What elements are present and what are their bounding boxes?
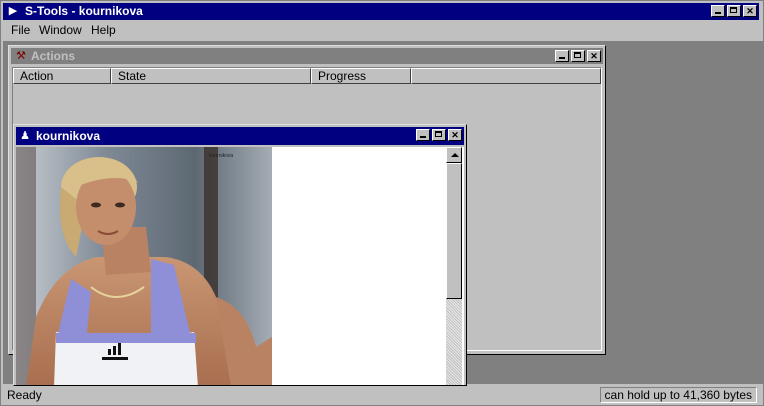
close-icon: ✕ (590, 51, 598, 61)
actions-maximize-button[interactable] (571, 50, 585, 62)
main-title-bar[interactable]: ▶ S-Tools - kournikova ✕ (3, 3, 759, 20)
image-window[interactable]: ♟ kournikova ✕ kournikova (13, 124, 467, 386)
column-header-progress[interactable]: Progress (311, 68, 411, 84)
caption-buttons: ✕ (709, 5, 757, 17)
capacity-indicator: can hold up to 41,360 bytes (599, 387, 757, 403)
status-text: Ready (7, 388, 42, 402)
scroll-thumb[interactable] (446, 163, 462, 299)
fish-icon[interactable]: ▶ (6, 5, 20, 18)
image-caption-buttons: ✕ (414, 129, 462, 141)
photo-corner-text: kournikova (209, 153, 233, 159)
image-title-bar[interactable]: ♟ kournikova ✕ (16, 127, 464, 145)
window-title: S-Tools - kournikova (25, 4, 143, 18)
minimize-icon (559, 57, 565, 59)
menu-bar: File Window Help (3, 21, 759, 39)
close-button[interactable]: ✕ (743, 5, 757, 17)
menu-window[interactable]: Window (37, 23, 84, 37)
maximize-icon (730, 7, 737, 13)
photo-image: kournikova (16, 147, 272, 385)
vertical-scrollbar[interactable] (446, 147, 462, 385)
minimize-icon (420, 136, 426, 138)
close-icon: ✕ (746, 6, 754, 16)
maximize-button[interactable] (727, 5, 741, 17)
actions-title: Actions (31, 49, 76, 63)
image-close-button[interactable]: ✕ (448, 129, 462, 141)
actions-title-bar[interactable]: ⚒ Actions ✕ (11, 48, 603, 64)
column-header-action[interactable]: Action (13, 68, 111, 84)
actions-close-button[interactable]: ✕ (587, 50, 601, 62)
actions-minimize-button[interactable] (555, 50, 569, 62)
status-bar: Ready can hold up to 41,360 bytes (3, 386, 761, 404)
menu-file[interactable]: File (9, 23, 32, 37)
image-canvas[interactable]: kournikova (16, 147, 464, 385)
person-icon[interactable]: ♟ (19, 129, 31, 143)
maximize-icon (435, 131, 442, 137)
image-title: kournikova (36, 129, 101, 143)
arrow-up-icon (451, 153, 459, 157)
scroll-up-button[interactable] (446, 147, 462, 163)
actions-caption-buttons: ✕ (553, 50, 601, 62)
column-header-state[interactable]: State (111, 68, 311, 84)
main-window: ▶ S-Tools - kournikova ✕ File Window Hel… (0, 0, 764, 406)
photo[interactable]: kournikova (16, 147, 272, 385)
column-header-filler (411, 68, 601, 84)
tools-icon[interactable]: ⚒ (14, 49, 28, 63)
minimize-button[interactable] (711, 5, 725, 17)
menu-help[interactable]: Help (89, 23, 118, 37)
image-maximize-button[interactable] (432, 129, 446, 141)
image-minimize-button[interactable] (416, 129, 430, 141)
minimize-icon (715, 12, 721, 14)
close-icon: ✕ (451, 130, 459, 140)
maximize-icon (574, 52, 581, 58)
mdi-client-area-right[interactable] (607, 41, 763, 384)
